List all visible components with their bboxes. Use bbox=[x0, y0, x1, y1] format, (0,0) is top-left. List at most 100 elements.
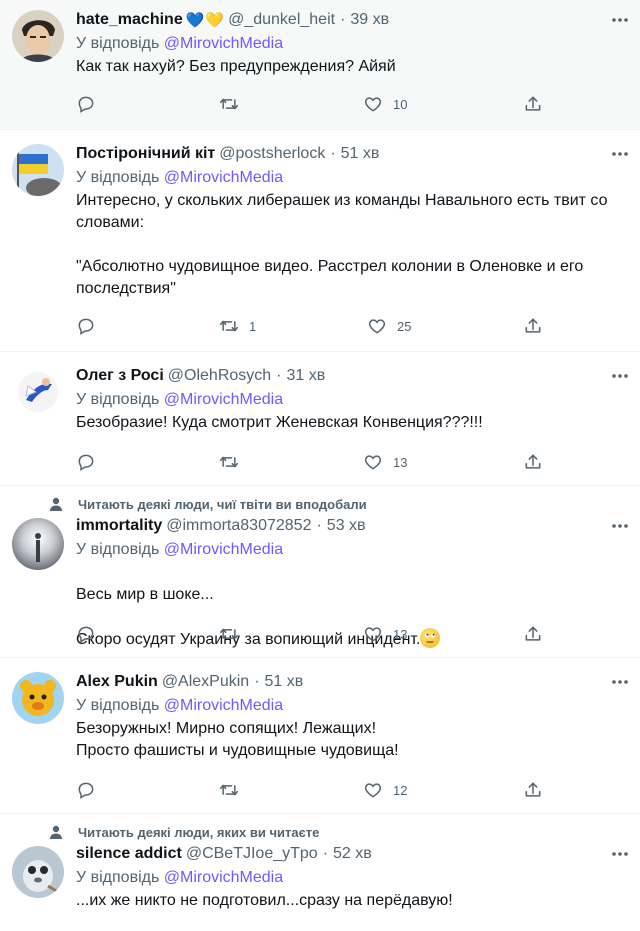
reply-button[interactable] bbox=[76, 622, 96, 646]
more-icon[interactable] bbox=[610, 146, 630, 162]
like-icon bbox=[363, 452, 383, 472]
like-button[interactable]: 13 bbox=[363, 622, 407, 646]
tweet-text: Безобразие! Куда смотрит Женевская Конве… bbox=[76, 414, 483, 431]
share-button[interactable] bbox=[523, 778, 543, 802]
separator-dot: · bbox=[254, 673, 260, 690]
name-badges: 💙 💛 bbox=[185, 11, 224, 29]
like-button[interactable]: 10 bbox=[363, 92, 407, 116]
reply-button[interactable] bbox=[76, 778, 96, 802]
share-button[interactable] bbox=[523, 622, 543, 646]
retweet-icon bbox=[219, 624, 239, 644]
author-handle[interactable]: @OlehRosych bbox=[168, 367, 271, 385]
mention-link[interactable]: @MirovichMedia bbox=[164, 697, 283, 714]
tweet-actions: 1 25 bbox=[76, 314, 556, 338]
share-button[interactable] bbox=[523, 450, 543, 474]
mention-link[interactable]: @MirovichMedia bbox=[164, 541, 283, 558]
avatar[interactable] bbox=[12, 10, 64, 62]
separator-dot: · bbox=[322, 845, 329, 862]
share-icon bbox=[523, 624, 543, 644]
retweet-icon bbox=[219, 316, 239, 336]
tweet-immortality[interactable]: Читають деякі люди, чиї твіти ви вподоба… bbox=[0, 486, 640, 658]
reply-icon bbox=[76, 316, 96, 336]
timestamp[interactable]: 31 хв bbox=[287, 367, 326, 385]
reply-context: У відповідь @MirovichMedia bbox=[76, 694, 628, 718]
mention-link[interactable]: @MirovichMedia bbox=[164, 169, 283, 186]
author-name[interactable]: Alex Pukin bbox=[76, 673, 158, 691]
yellow-heart-icon: 💛 bbox=[205, 12, 225, 29]
retweet-button[interactable] bbox=[219, 450, 239, 474]
retweet-button[interactable]: 1 bbox=[219, 314, 256, 338]
share-button[interactable] bbox=[523, 314, 543, 338]
reply-prefix: У відповідь bbox=[76, 697, 160, 714]
reply-prefix: У відповідь bbox=[76, 35, 160, 52]
like-button[interactable]: 13 bbox=[363, 450, 407, 474]
retweet-button[interactable] bbox=[219, 92, 239, 116]
like-count: 10 bbox=[393, 96, 408, 112]
like-icon bbox=[367, 316, 387, 336]
like-count: 25 bbox=[397, 318, 412, 334]
like-button[interactable]: 12 bbox=[363, 778, 407, 802]
reply-context: У відповідь @MirovichMedia bbox=[76, 388, 628, 412]
social-context-text: Читають деякі люди, яких ви читаєте bbox=[78, 824, 320, 840]
tweet-silence-addict[interactable]: Читають деякі люди, яких ви читаєте sile… bbox=[0, 814, 640, 931]
author-handle[interactable]: @_dunkel_heit bbox=[228, 11, 335, 29]
avatar[interactable] bbox=[12, 846, 64, 898]
reply-button[interactable] bbox=[76, 314, 96, 338]
tweet-hate-machine[interactable]: hate_machine 💙 💛 @_dunkel_heit · 39 хв У… bbox=[0, 0, 640, 130]
more-icon[interactable] bbox=[610, 518, 630, 534]
tweet-postsherlock[interactable]: Постіронічний кіт @postsherlock · 51 хв … bbox=[0, 130, 640, 352]
like-count: 13 bbox=[393, 454, 408, 470]
avatar[interactable] bbox=[12, 672, 64, 724]
timestamp[interactable]: 39 хв bbox=[350, 11, 389, 29]
reply-button[interactable] bbox=[76, 92, 96, 116]
share-icon bbox=[523, 452, 543, 472]
more-icon[interactable] bbox=[610, 368, 630, 384]
more-icon[interactable] bbox=[610, 846, 630, 862]
mention-link[interactable]: @MirovichMedia bbox=[164, 391, 283, 408]
tweet-olehrosych[interactable]: Олег з Росі @OlehRosych · 31 хв У відпов… bbox=[0, 352, 640, 486]
tweet-actions: 12 bbox=[76, 778, 556, 802]
more-icon[interactable] bbox=[610, 12, 630, 28]
mention-link[interactable]: @MirovichMedia bbox=[164, 35, 283, 52]
reply-prefix: У відповідь bbox=[76, 869, 160, 886]
more-icon[interactable] bbox=[610, 674, 630, 690]
retweet-button[interactable] bbox=[219, 622, 239, 646]
retweet-icon bbox=[219, 452, 239, 472]
author-name[interactable]: silence addict bbox=[76, 845, 182, 863]
like-icon bbox=[363, 780, 383, 800]
reply-prefix: У відповідь bbox=[76, 391, 160, 408]
separator-dot: · bbox=[276, 367, 282, 384]
like-button[interactable]: 25 bbox=[367, 314, 411, 338]
timestamp[interactable]: 51 хв bbox=[265, 673, 304, 691]
author-handle[interactable]: @AlexPukin bbox=[162, 673, 249, 691]
social-context: Читають деякі люди, яких ви читаєте bbox=[48, 822, 319, 842]
author-name[interactable]: immortality bbox=[76, 517, 162, 535]
avatar[interactable] bbox=[12, 518, 64, 570]
tweet-actions: 13 bbox=[76, 450, 556, 474]
reply-prefix: У відповідь bbox=[76, 169, 160, 186]
mention-link[interactable]: @MirovichMedia bbox=[164, 869, 283, 886]
avatar[interactable] bbox=[12, 144, 64, 196]
author-name[interactable]: Олег з Росі bbox=[76, 367, 164, 385]
reply-context: У відповідь @MirovichMedia bbox=[76, 538, 628, 562]
separator-dot: · bbox=[330, 145, 336, 162]
tweet-actions: 13 bbox=[76, 622, 556, 646]
reply-button[interactable] bbox=[76, 450, 96, 474]
tweet-alexpukin[interactable]: Alex Pukin @AlexPukin · 51 хв У відповід… bbox=[0, 658, 640, 814]
author-name[interactable]: hate_machine bbox=[76, 11, 183, 29]
avatar[interactable] bbox=[12, 366, 64, 418]
share-icon bbox=[523, 780, 543, 800]
timestamp[interactable]: 53 хв bbox=[327, 517, 366, 535]
timestamp[interactable]: 51 хв bbox=[341, 145, 380, 163]
share-button[interactable] bbox=[523, 92, 543, 116]
reply-context: У відповідь @MirovichMedia bbox=[76, 166, 628, 190]
author-handle[interactable]: @postsherlock bbox=[219, 145, 325, 163]
timestamp[interactable]: 52 хв bbox=[333, 845, 372, 863]
retweet-button[interactable] bbox=[219, 778, 239, 802]
retweet-icon bbox=[219, 94, 239, 114]
author-handle[interactable]: @immorta83072852 bbox=[166, 517, 311, 535]
author-handle[interactable]: @CBeTJIoe_yTpo bbox=[186, 845, 318, 863]
reply-icon bbox=[76, 624, 96, 644]
author-name[interactable]: Постіронічний кіт bbox=[76, 145, 215, 163]
tweet-text: Весь мир в шоке... Скоро осудят Украину … bbox=[76, 562, 628, 673]
